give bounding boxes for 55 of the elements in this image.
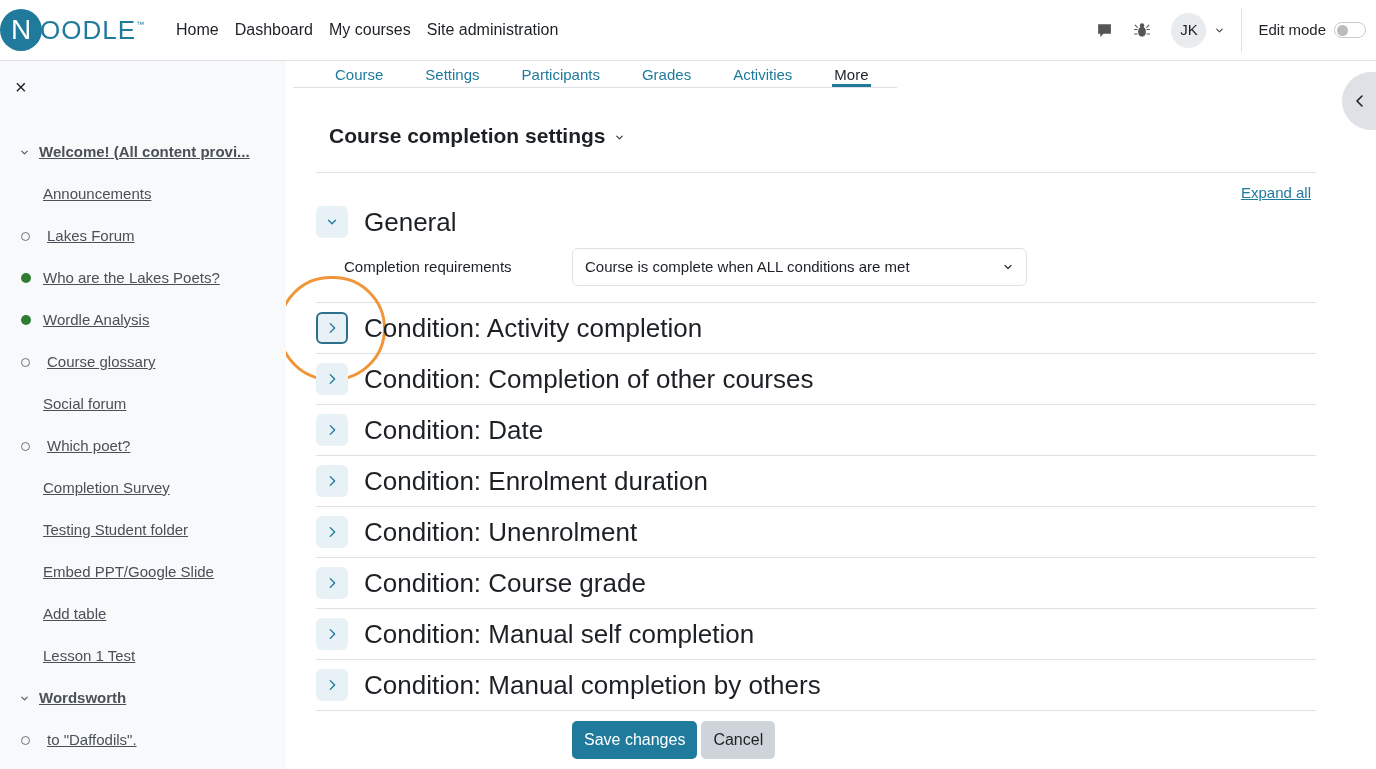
nav-link[interactable]: Home [176,18,219,42]
section-toggle[interactable] [316,516,348,548]
cancel-button[interactable]: Cancel [701,721,776,759]
field-label: Completion requirements [344,256,513,277]
completion-select[interactable]: Course is complete when ALL conditions are met [572,248,1027,286]
section-toggle[interactable] [316,206,348,238]
activity-link[interactable]: to "Daffodils". [47,728,137,752]
nav-link[interactable]: Dashboard [234,18,313,42]
edit-mode-toggle[interactable] [1334,22,1366,38]
activity-link[interactable]: Testing Student folder [43,518,189,542]
section-heading[interactable]: Condition: Course grade [364,563,646,603]
close-button[interactable]: × [15,77,27,97]
activity-link[interactable]: Add table [43,602,107,626]
tab[interactable]: Course [333,61,386,87]
activity-link[interactable]: Which poet? [47,434,131,458]
activity-link[interactable]: Announcements [43,182,152,206]
section-link[interactable]: Wordsworth [39,686,127,710]
section-toggle[interactable] [316,312,348,344]
bug-icon[interactable] [1133,21,1152,39]
activity-link[interactable]: Embed PPT/Google Slide [43,560,214,584]
activity-link[interactable]: Social forum [43,392,127,416]
chat-icon[interactable] [1096,21,1114,39]
section-heading[interactable]: Condition: Unenrolment [364,512,638,552]
section-toggle[interactable] [316,363,348,395]
site-logo[interactable]: N OODLE™ [0,9,160,51]
section-toggle[interactable] [316,465,348,497]
section-heading[interactable]: Condition: Enrolment duration [364,461,708,501]
page-title: Course completion settings [329,123,606,149]
nav-link[interactable]: Site administration [426,18,559,42]
tab[interactable]: More [832,61,871,87]
section-toggle[interactable] [316,669,348,701]
edit-mode-label: Edit mode [1258,19,1326,40]
section-toggle[interactable] [316,567,348,599]
save-button[interactable]: Save changes [572,721,698,759]
user-avatar[interactable]: JK [1171,12,1207,48]
section-heading[interactable]: Condition: Manual self completion [364,614,755,654]
expand-all-link[interactable]: Expand all [1240,181,1311,204]
section-heading[interactable]: General [364,202,457,242]
nav-link[interactable]: My courses [328,18,411,42]
section-link[interactable]: Welcome! (All content provi... [39,140,250,164]
section-heading[interactable]: Condition: Date [364,410,544,450]
activity-link[interactable]: Lesson 1 Test [43,644,136,668]
tab[interactable]: Grades [639,61,694,87]
activity-link[interactable]: Who are the Lakes Poets? [43,266,220,290]
section-heading[interactable]: Condition: Manual completion by others [364,665,821,705]
activity-link[interactable]: Lakes Forum [47,224,135,248]
tab[interactable]: Settings [423,61,482,87]
section-toggle[interactable] [316,414,348,446]
activity-link[interactable]: Course glossary [47,350,156,374]
activity-link[interactable]: Wordle Analysis [43,308,150,332]
tab[interactable]: Activities [731,61,795,87]
tab[interactable]: Participants [519,61,602,87]
section-toggle[interactable] [316,618,348,650]
activity-link[interactable]: Completion Survey [43,476,170,500]
section-heading[interactable]: Condition: Completion of other courses [364,359,814,399]
